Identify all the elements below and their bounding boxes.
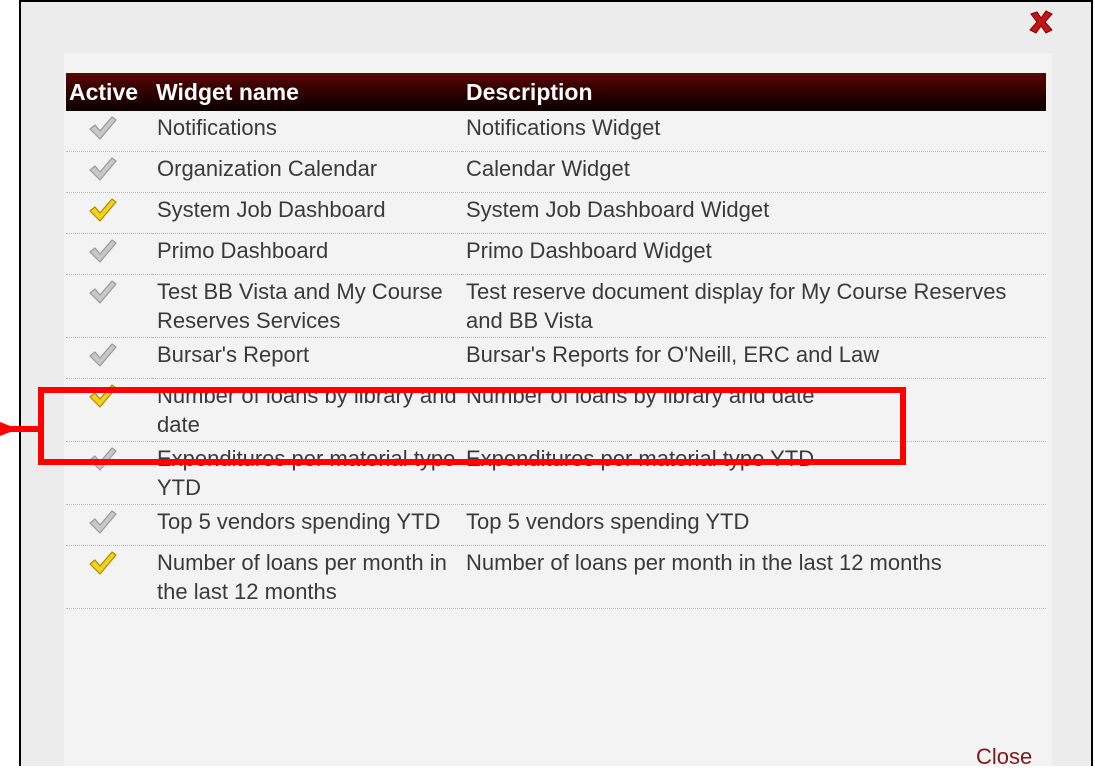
checkmark-icon[interactable] — [88, 114, 118, 142]
active-cell — [66, 441, 152, 505]
checkmark-icon[interactable] — [88, 445, 118, 473]
active-cell — [66, 233, 152, 275]
table-row: Test BB Vista and My Course Reserves Ser… — [66, 274, 1046, 338]
checkmark-icon[interactable] — [88, 155, 118, 183]
checkmark-icon[interactable] — [88, 196, 118, 224]
widget-name-cell: Top 5 vendors spending YTD — [152, 504, 462, 546]
table-row: System Job Dashboard System Job Dashboard… — [66, 192, 1046, 234]
arrow-icon — [0, 422, 18, 436]
widget-description-cell: Expenditures per material type YTD — [462, 441, 1046, 505]
table-row: Number of loans by library and date Numbe… — [66, 378, 1046, 442]
widget-name-cell: Number of loans per month in the last 12… — [152, 545, 462, 609]
checkmark-icon[interactable] — [88, 237, 118, 265]
widget-name-cell: Test BB Vista and My Course Reserves Ser… — [152, 274, 462, 338]
active-cell — [66, 504, 152, 546]
table-row: Top 5 vendors spending YTD Top 5 vendors … — [66, 504, 1046, 546]
header-widget-name: Widget name — [152, 73, 462, 111]
widget-description-cell: Number of loans by library and date — [462, 378, 1046, 442]
checkmark-icon[interactable] — [88, 278, 118, 306]
widget-name-cell: Organization Calendar — [152, 151, 462, 193]
active-cell — [66, 274, 152, 338]
header-active: Active — [66, 73, 152, 111]
widget-name-cell: Number of loans by library and date — [152, 378, 462, 442]
widget-description-cell: Number of loans per month in the last 12… — [462, 545, 1046, 609]
table-row: Number of loans per month in the last 12… — [66, 545, 1046, 609]
table-row: Primo Dashboard Primo Dashboard Widget — [66, 233, 1046, 275]
table-row: Expenditures per material type YTD Expend… — [66, 441, 1046, 505]
widgets-table: Active Widget name Description Notificat… — [66, 73, 1046, 609]
table-row: Organization Calendar Calendar Widget — [66, 151, 1046, 193]
widget-description-cell: System Job Dashboard Widget — [462, 192, 1046, 234]
widgets-table-body: Notifications Notifications Widget Organiz… — [66, 111, 1046, 609]
widget-name-cell: Expenditures per material type YTD — [152, 441, 462, 505]
table-row: Bursar's Report Bursar's Reports for O'Ne… — [66, 337, 1046, 379]
widget-description-cell: Bursar's Reports for O'Neill, ERC and La… — [462, 337, 1046, 379]
header-description: Description — [462, 73, 1046, 111]
active-cell — [66, 378, 152, 442]
widget-description-cell: Primo Dashboard Widget — [462, 233, 1046, 275]
table-row: Notifications Notifications Widget — [66, 111, 1046, 152]
active-cell — [66, 545, 152, 609]
active-cell — [66, 111, 152, 152]
checkmark-icon[interactable] — [88, 341, 118, 369]
widget-description-cell: Top 5 vendors spending YTD — [462, 504, 1046, 546]
checkmark-icon[interactable] — [88, 508, 118, 536]
checkmark-icon[interactable] — [88, 549, 118, 577]
active-cell — [66, 192, 152, 234]
widget-name-cell: Notifications — [152, 111, 462, 152]
active-cell — [66, 151, 152, 193]
widget-name-cell: System Job Dashboard — [152, 192, 462, 234]
widget-name-cell: Bursar's Report — [152, 337, 462, 379]
widget-description-cell: Notifications Widget — [462, 111, 1046, 152]
close-link[interactable]: Close — [976, 744, 1032, 770]
close-x-icon[interactable] — [1027, 8, 1055, 36]
widget-name-cell: Primo Dashboard — [152, 233, 462, 275]
table-header-row: Active Widget name Description — [66, 73, 1046, 111]
widget-description-cell: Calendar Widget — [462, 151, 1046, 193]
widget-description-cell: Test reserve document display for My Cou… — [462, 274, 1046, 338]
active-cell — [66, 337, 152, 379]
checkmark-icon[interactable] — [88, 382, 118, 410]
